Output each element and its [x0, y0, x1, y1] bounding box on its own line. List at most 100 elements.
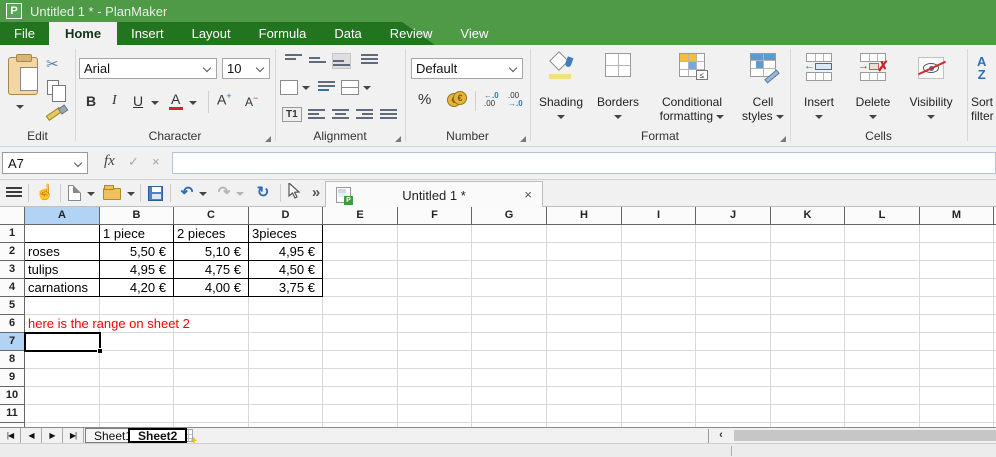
- next-sheet-button[interactable]: ▶: [42, 428, 63, 443]
- cell-F4[interactable]: [398, 279, 472, 297]
- column-header-H[interactable]: H: [547, 207, 622, 225]
- font-color-dropdown[interactable]: [189, 101, 197, 105]
- cell-M6[interactable]: [920, 315, 994, 333]
- underline-button[interactable]: U: [133, 93, 143, 109]
- cell-K7[interactable]: [771, 333, 845, 351]
- cell-G7[interactable]: [472, 333, 547, 351]
- cell-E7[interactable]: [323, 333, 398, 351]
- cell-A8[interactable]: [25, 351, 100, 369]
- open-file-dropdown[interactable]: [127, 192, 135, 196]
- new-document-button[interactable]: [68, 185, 81, 201]
- scroll-left-button[interactable]: ‹: [710, 428, 732, 443]
- cell-L3[interactable]: [845, 261, 920, 279]
- cell-K9[interactable]: [771, 369, 845, 387]
- cell-J11[interactable]: [696, 405, 771, 423]
- previous-sheet-button[interactable]: ◀: [21, 428, 42, 443]
- column-header-I[interactable]: I: [622, 207, 696, 225]
- font-color-button[interactable]: A: [171, 91, 180, 107]
- cell-M8[interactable]: [920, 351, 994, 369]
- cell-F5[interactable]: [398, 297, 472, 315]
- new-document-dropdown[interactable]: [87, 192, 95, 196]
- borders-button[interactable]: Borders: [590, 49, 646, 133]
- sort-az-icon[interactable]: AZ: [977, 55, 986, 81]
- select-all-corner[interactable]: [0, 207, 25, 225]
- cell-F6[interactable]: [398, 315, 472, 333]
- cell-C8[interactable]: [174, 351, 249, 369]
- align-center-button[interactable]: [332, 109, 349, 123]
- cell-G3[interactable]: [472, 261, 547, 279]
- cell-L6[interactable]: [845, 315, 920, 333]
- menu-tab-file[interactable]: File: [0, 22, 49, 45]
- column-header-L[interactable]: L: [845, 207, 920, 225]
- cell-F7[interactable]: [398, 333, 472, 351]
- cell-G4[interactable]: [472, 279, 547, 297]
- alignment-dialog-launcher[interactable]: [395, 136, 401, 142]
- row-header-2[interactable]: 2: [0, 243, 25, 261]
- cell-I8[interactable]: [622, 351, 696, 369]
- cell-M11[interactable]: [920, 405, 994, 423]
- font-size-combo[interactable]: 10: [222, 58, 270, 79]
- cell-I10[interactable]: [622, 387, 696, 405]
- cell-G9[interactable]: [472, 369, 547, 387]
- underline-dropdown[interactable]: [151, 101, 159, 105]
- row-header-5[interactable]: 5: [0, 297, 25, 315]
- delete-cells-button[interactable]: → ✗ Delete: [848, 49, 898, 133]
- cell-I9[interactable]: [622, 369, 696, 387]
- cell-B8[interactable]: [100, 351, 174, 369]
- cell-L2[interactable]: [845, 243, 920, 261]
- cell-D5[interactable]: [249, 297, 323, 315]
- menu-tab-review[interactable]: Review: [376, 22, 447, 45]
- number-format-combo[interactable]: Default: [411, 58, 523, 79]
- selected-cell-A7[interactable]: [24, 332, 101, 352]
- menu-tab-home[interactable]: Home: [49, 22, 117, 45]
- cell-F9[interactable]: [398, 369, 472, 387]
- add-decimal-button[interactable]: ←.0.00: [484, 92, 499, 108]
- cancel-entry-button[interactable]: ×: [152, 154, 160, 169]
- grow-font-button[interactable]: A+: [217, 91, 232, 108]
- cell-L9[interactable]: [845, 369, 920, 387]
- fill-handle[interactable]: [97, 348, 102, 353]
- conditional-formatting-button[interactable]: ≤ Conditional formatting: [650, 49, 734, 133]
- valign-center-button[interactable]: [309, 54, 326, 68]
- cell-D8[interactable]: [249, 351, 323, 369]
- font-name-combo[interactable]: Arial: [79, 58, 217, 79]
- column-header-C[interactable]: C: [174, 207, 249, 225]
- cell-E9[interactable]: [323, 369, 398, 387]
- cut-button[interactable]: ✂: [46, 55, 59, 73]
- cell-J3[interactable]: [696, 261, 771, 279]
- column-header-G[interactable]: G: [472, 207, 547, 225]
- row-header-6[interactable]: 6: [0, 315, 25, 333]
- cell-I3[interactable]: [622, 261, 696, 279]
- character-dialog-launcher[interactable]: [265, 136, 271, 142]
- touch-mode-button[interactable]: ☝: [34, 183, 56, 203]
- cell-K4[interactable]: [771, 279, 845, 297]
- cell-name-box[interactable]: A7: [2, 152, 88, 174]
- column-header-E[interactable]: E: [323, 207, 398, 225]
- cell-F3[interactable]: [398, 261, 472, 279]
- redo-dropdown[interactable]: [236, 192, 244, 196]
- cell-F2[interactable]: [398, 243, 472, 261]
- cell-D11[interactable]: [249, 405, 323, 423]
- menu-tab-formula[interactable]: Formula: [245, 22, 321, 45]
- cell-J10[interactable]: [696, 387, 771, 405]
- cell-A10[interactable]: [25, 387, 100, 405]
- cell-E2[interactable]: [323, 243, 398, 261]
- cell-I11[interactable]: [622, 405, 696, 423]
- row-header-3[interactable]: 3: [0, 261, 25, 279]
- cell-A9[interactable]: [25, 369, 100, 387]
- column-header-K[interactable]: K: [771, 207, 845, 225]
- row-header-7[interactable]: 7: [0, 333, 25, 351]
- cell-D9[interactable]: [249, 369, 323, 387]
- confirm-entry-button[interactable]: ✓: [128, 154, 139, 170]
- pointer-mode-button[interactable]: [288, 183, 306, 203]
- first-sheet-button[interactable]: |◀: [0, 428, 21, 443]
- cell-J8[interactable]: [696, 351, 771, 369]
- cell-H8[interactable]: [547, 351, 622, 369]
- align-justify-button[interactable]: [380, 109, 397, 123]
- cell-G2[interactable]: [472, 243, 547, 261]
- shading-button[interactable]: Shading: [534, 49, 588, 133]
- cell-G1[interactable]: [472, 225, 547, 243]
- insert-function-button[interactable]: fx: [104, 153, 115, 170]
- cell-H1[interactable]: [547, 225, 622, 243]
- cell-B10[interactable]: [100, 387, 174, 405]
